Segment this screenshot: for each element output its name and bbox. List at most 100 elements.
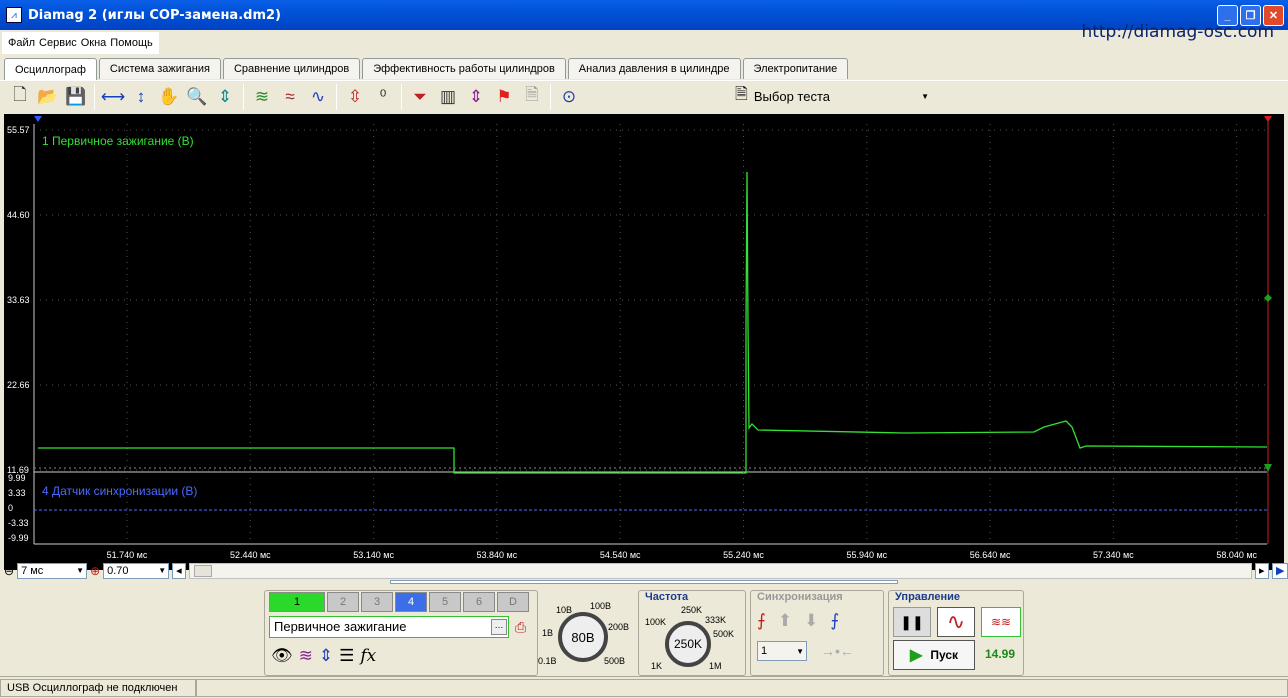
time-scale-select[interactable]: 7 мс ▼ [17,562,88,579]
horizontal-scrollbar[interactable] [189,562,1252,579]
sync-rising-icon[interactable]: ⨍ [757,611,766,631]
fit-icon[interactable]: ⇕ [211,83,239,111]
zoom-icon[interactable]: 🔍 [183,83,211,111]
level-marker-icon [1264,294,1272,302]
amplitude-knob-dial[interactable]: 80В [558,612,608,662]
open-folder-icon[interactable]: 📂 [34,83,62,111]
auto-scale-icon[interactable]: ⇳ [341,83,369,111]
y-tick-label: 44.60 [7,210,30,220]
x-tick-label: 58.040 мс [1216,550,1257,560]
new-file-icon[interactable]: 🗋 [6,83,34,111]
amplitude-knob[interactable]: 80В 10В 100В 1В 200В 0.1В 500В [538,598,634,676]
menu-service[interactable]: Сервис [39,37,77,49]
tab-oscilloscope[interactable]: Осциллограф [4,58,97,80]
scope-grid [33,124,1267,545]
knob-label: 250K [681,605,703,615]
toolbar-separator [94,83,95,110]
tab-pressure-analysis[interactable]: Анализ давления в цилиндре [567,58,741,79]
scroll-thumb[interactable] [194,564,213,577]
chevron-down-icon: ▼ [921,91,929,101]
document-icon[interactable]: 🗎 [518,83,546,111]
menu-help[interactable]: Помощь [110,37,153,49]
tab-cylinder-compare[interactable]: Сравнение цилиндров [222,58,361,79]
sync-arrows-icon[interactable]: →•← [821,643,854,659]
channel-button-1[interactable]: 1 [269,592,325,612]
channel-button-6[interactable]: 6 [463,592,495,612]
cursor2-marker-icon [1264,116,1272,122]
amplitude-scale-select[interactable]: 0.70 ▼ [103,562,170,579]
wave-compare-icon[interactable]: ∿ [304,83,332,111]
chevron-down-icon: ▼ [796,646,804,656]
wave-overlay-icon[interactable]: ≈ [276,83,304,111]
collapse-bar[interactable] [390,580,898,584]
start-label: Пуск [930,648,958,662]
sync-channel-select[interactable]: 1 ▼ [757,641,807,661]
tab-ignition[interactable]: Система зажигания [98,58,221,79]
toolbar-separator [336,83,337,110]
play-icon: ▶ [910,647,923,664]
filter-icon[interactable]: ⏷ [406,83,434,111]
pause-button[interactable]: ❚❚ [893,607,931,637]
add-marker-icon[interactable]: ⚑ [490,83,518,111]
split-icon[interactable]: ⇕ [462,83,490,111]
filter-wave-icon[interactable]: ≋ [299,646,313,666]
knob-label: 1K [651,661,663,671]
invert-icon[interactable]: ⇕ [319,646,333,666]
y-tick-label: 9.99 [8,473,26,483]
y-tick-label: -3.33 [8,518,29,528]
sync-cursor-icon[interactable]: ⨍ [830,611,839,631]
channel-tools: 👁 ≋ ⇕ ☰ fx [271,646,376,666]
function-icon[interactable]: fx [360,646,376,666]
channel-name-field[interactable]: Первичное зажигание … [269,616,509,638]
channel-settings-icon[interactable]: ⎙ [515,619,526,636]
single-wave-button[interactable]: ∿ [937,607,975,637]
frequency-knob[interactable]: 250K [665,621,711,667]
test-select[interactable]: 🗎 Выбор теста ▼ [735,84,935,108]
play-forward-icon[interactable]: ▶ [1272,562,1288,579]
time-scale-value: 7 мс [21,564,44,577]
y-tick-label: 33.63 [7,295,30,305]
start-button[interactable]: ▶ Пуск [893,640,975,670]
channel-button-2[interactable]: 2 [327,592,359,612]
channel1-label: 1 Первичное зажигание (В) [42,134,194,148]
vertical-scale-icon[interactable]: ↕ [127,83,155,111]
menu-file[interactable]: Файл [8,37,35,49]
cursor1-marker-icon [34,116,42,122]
channel4-label: 4 Датчик синхронизации (В) [42,484,198,498]
scroll-right-button[interactable]: ▸ [1255,562,1269,579]
tab-power[interactable]: Электропитание [742,58,849,79]
multi-wave-icon: ≋≋ [990,615,1012,629]
lines-icon[interactable]: ☰ [339,646,354,666]
zero-offset-icon[interactable]: ⁰ [369,83,397,111]
menu-windows[interactable]: Окна [81,37,107,49]
knob-label: 10В [556,605,573,615]
channel-button-d[interactable]: D [497,592,529,612]
pause-icon: ❚❚ [900,613,924,630]
website-link[interactable]: http://diamag-osc.com [1081,22,1274,42]
channel-button-5[interactable]: 5 [429,592,461,612]
knob-label: 100В [590,601,612,611]
channel-button-4[interactable]: 4 [395,592,427,612]
browse-button[interactable]: … [491,619,507,635]
save-icon[interactable]: 💾 [62,83,90,111]
sync-up-icon[interactable]: ⬆ [778,611,792,631]
toolbar-separator [401,83,402,110]
oscilloscope-display[interactable]: 51.740 мс 52.440 мс 53.140 мс 53.840 мс 54.5… [4,114,1284,570]
sync-title: Синхронизация [757,591,843,603]
hand-pan-icon[interactable]: ✋ [155,83,183,111]
horizontal-scale-icon[interactable]: ⟷ [99,83,127,111]
scroll-left-button[interactable]: ◂ [172,562,187,579]
continuous-wave-button[interactable]: ≋≋ [981,607,1021,637]
auto-setup-icon[interactable]: ⊙ [555,83,583,111]
amplitude-scale-value: 0.70 [107,564,129,577]
tab-cylinder-efficiency[interactable]: Эффективность работы цилиндров [362,58,566,79]
wave-cross-icon[interactable]: ≋ [248,83,276,111]
columns-icon[interactable]: ▥ [434,83,462,111]
channel-button-3[interactable]: 3 [361,592,393,612]
frequency-value: 250K [673,637,703,651]
eye-icon[interactable]: 👁 [271,646,293,666]
sine-wave-icon: ∿ [946,609,966,634]
x-tick-label: 57.340 мс [1093,550,1134,560]
x-tick-label: 53.840 мс [477,550,518,560]
sync-down-icon[interactable]: ⬇ [804,611,818,631]
